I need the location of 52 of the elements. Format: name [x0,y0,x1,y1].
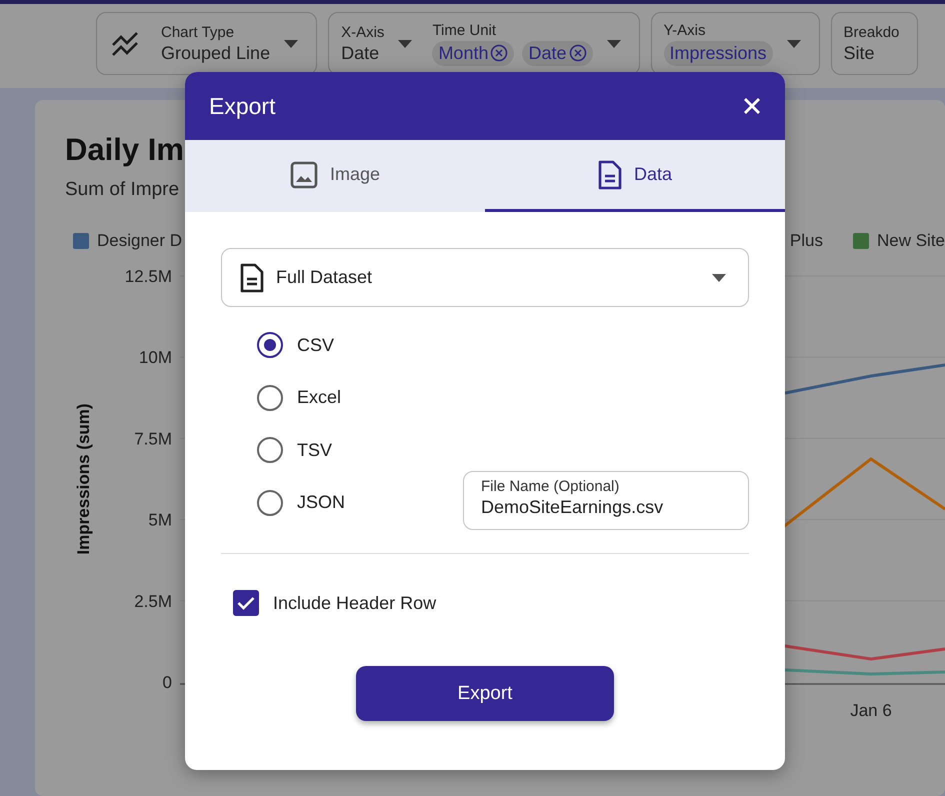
legend-label: Designer D [97,231,182,251]
filter-label: Breakdo [844,24,900,40]
dialog-title: Export [209,92,276,120]
radio-label: TSV [297,440,332,461]
filter-label: X-Axis [341,24,384,40]
y-axis-label: Impressions (sum) [74,403,93,555]
y-tick-label: 0 [162,673,172,692]
checkbox[interactable] [233,590,259,616]
filter-label: Chart Type [161,24,236,40]
legend-label: New Site [876,231,945,251]
filter-chip[interactable]: Date [522,40,592,66]
filter-chip[interactable]: Month [432,40,514,66]
dataset-select[interactable]: Full Dataset [221,248,749,307]
radio-button[interactable] [257,332,283,358]
radio-button[interactable] [257,437,283,464]
y-tick-label: 5M [148,510,172,530]
file-name-field[interactable]: File Name (Optional) DemoSiteEarnings.csv [463,471,749,530]
filter-value: Date [341,42,380,64]
y-tick-label: 10M [138,348,172,368]
chart-title: Daily Im [65,131,185,169]
legend-label: Plus [790,231,823,251]
y-tick-label: 12.5M [124,267,172,286]
filter-label: Time Unit [432,22,498,38]
filter-value: Grouped Line [161,42,270,64]
remove-icon[interactable] [568,44,586,62]
tab[interactable]: Data [485,140,785,212]
filter-control[interactable]: Breakdo Site [830,12,918,75]
radio-button[interactable] [257,490,283,516]
tab[interactable]: Image [185,140,485,212]
close-icon[interactable] [743,97,761,115]
radio-label: Excel [297,387,342,408]
radio-label: CSV [297,334,334,356]
remove-icon[interactable] [490,44,508,62]
document-icon [240,262,264,292]
line-chart-icon [111,30,141,56]
radio-button[interactable] [257,384,283,411]
caret-icon [712,274,726,282]
document-icon [598,160,622,190]
chart-subtitle: Sum of Impre [65,179,180,201]
field-label: File Name (Optional) [481,478,620,495]
radio-label: JSON [297,492,346,514]
y-tick-label: 7.5M [134,429,172,448]
image-icon [290,160,318,188]
filter-value: Site [844,42,876,64]
file-name-input[interactable]: DemoSiteEarnings.csv [481,497,731,518]
checkbox-label: Include Header Row [273,592,436,614]
filter-chip[interactable]: Impressions [664,40,773,66]
y-tick-label: 2.5M [134,592,172,611]
x-tick-label: Jan 6 [850,701,892,720]
filter-label: Y-Axis [664,22,706,38]
export-button[interactable]: Export [356,666,614,721]
check-icon [237,596,255,610]
